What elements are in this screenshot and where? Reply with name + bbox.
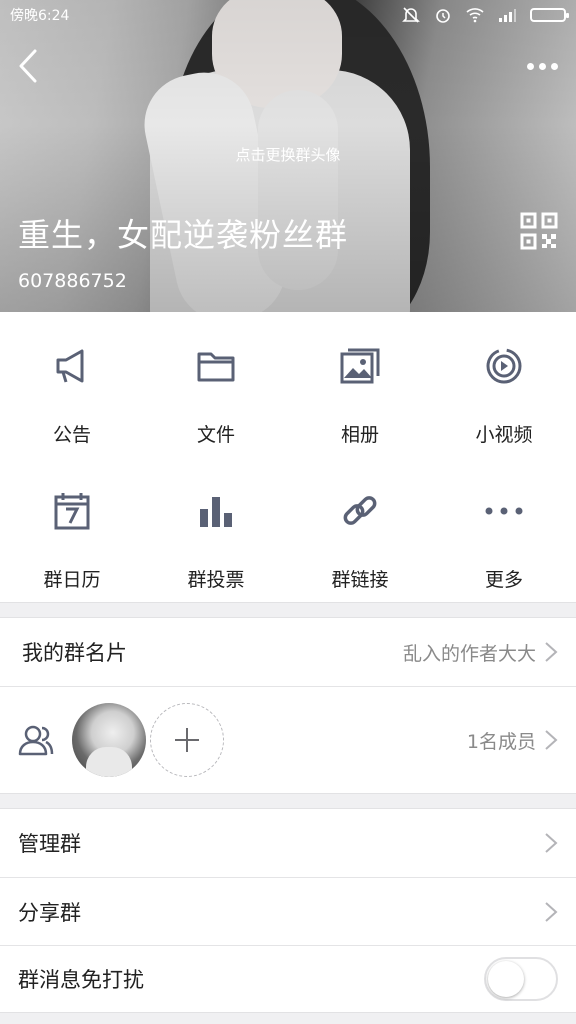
members-icon — [18, 725, 54, 756]
alarm-status-icon — [436, 9, 450, 23]
grid-item-more[interactable]: 更多 — [432, 457, 576, 602]
member-avatar[interactable] — [72, 703, 146, 777]
more-dot — [538, 62, 546, 70]
section-gap — [0, 793, 576, 809]
status-bar: 傍晚6:24 — [0, 0, 576, 30]
grid-label: 群日历 — [43, 569, 101, 591]
members-row[interactable]: 1名成员 — [0, 687, 576, 793]
section-gap — [0, 602, 576, 618]
grid-label: 相册 — [340, 424, 379, 446]
bar-chart-icon — [200, 497, 232, 527]
mute-notifications-label: 群消息免打扰 — [18, 968, 144, 992]
folder-icon — [197, 352, 235, 382]
grid-label: 群投票 — [187, 569, 245, 591]
grid-item-short-video[interactable]: 小视频 — [432, 312, 576, 457]
feature-grid: 公告 文件 相册 小视频 群日历 群投票 群链接 更多 — [0, 312, 576, 602]
grid-item-calendar[interactable]: 群日历 — [0, 457, 144, 602]
back-button[interactable] — [8, 44, 48, 88]
more-dots-icon — [485, 507, 523, 515]
back-arrow-icon — [19, 49, 37, 83]
chevron-right-icon — [545, 833, 558, 853]
battery-icon — [530, 8, 569, 22]
group-header: 傍晚6:24 点击更换群头像 重生，女配逆袭粉丝群 607886752 — [0, 0, 576, 312]
mute-status-icon — [402, 7, 420, 23]
photo-album-icon — [340, 348, 380, 384]
my-group-card-row[interactable]: 我的群名片 乱入的作者大大 — [0, 618, 576, 686]
wifi-status-icon — [466, 8, 484, 23]
video-icon — [486, 348, 522, 384]
chevron-right-icon — [545, 901, 558, 922]
share-group-row[interactable]: 分享群 — [0, 878, 576, 945]
my-group-card-title: 我的群名片 — [22, 641, 127, 665]
share-group-label: 分享群 — [18, 900, 81, 925]
grid-label: 公告 — [52, 424, 91, 446]
grid-label: 小视频 — [475, 424, 533, 446]
more-options-button[interactable] — [520, 52, 564, 80]
signal-status-icon — [499, 9, 516, 22]
status-time: 傍晚6:24 — [10, 8, 70, 24]
grid-label: 更多 — [484, 569, 523, 591]
grid-label: 文件 — [196, 424, 235, 446]
plus-icon — [175, 728, 199, 752]
megaphone-icon — [56, 349, 84, 383]
change-avatar-hint[interactable]: 点击更换群头像 — [0, 144, 576, 165]
manage-group-row[interactable]: 管理群 — [0, 809, 576, 877]
mute-notifications-toggle[interactable] — [484, 957, 558, 1001]
qr-code-icon[interactable] — [520, 212, 558, 250]
grid-item-announcement[interactable]: 公告 — [0, 312, 144, 457]
calendar-icon — [54, 493, 90, 530]
add-member-button[interactable] — [150, 703, 224, 777]
group-name: 重生，女配逆袭粉丝群 — [18, 216, 349, 254]
toggle-knob — [488, 961, 524, 997]
grid-item-link[interactable]: 群链接 — [288, 457, 432, 602]
more-dot — [550, 62, 558, 70]
grid-item-vote[interactable]: 群投票 — [144, 457, 288, 602]
grid-label: 群链接 — [331, 569, 389, 591]
chevron-right-icon — [545, 730, 558, 750]
grid-item-files[interactable]: 文件 — [144, 312, 288, 457]
link-icon — [343, 496, 377, 525]
member-count: 1名成员 — [466, 730, 536, 753]
mute-notifications-row: 群消息免打扰 — [0, 946, 576, 1012]
grid-item-album[interactable]: 相册 — [288, 312, 432, 457]
group-id: 607886752 — [18, 270, 127, 292]
section-gap — [0, 1012, 576, 1024]
more-dot — [526, 62, 534, 70]
manage-group-label: 管理群 — [18, 832, 81, 856]
chevron-right-icon — [545, 642, 558, 662]
my-group-card-value: 乱入的作者大大 — [402, 642, 536, 665]
